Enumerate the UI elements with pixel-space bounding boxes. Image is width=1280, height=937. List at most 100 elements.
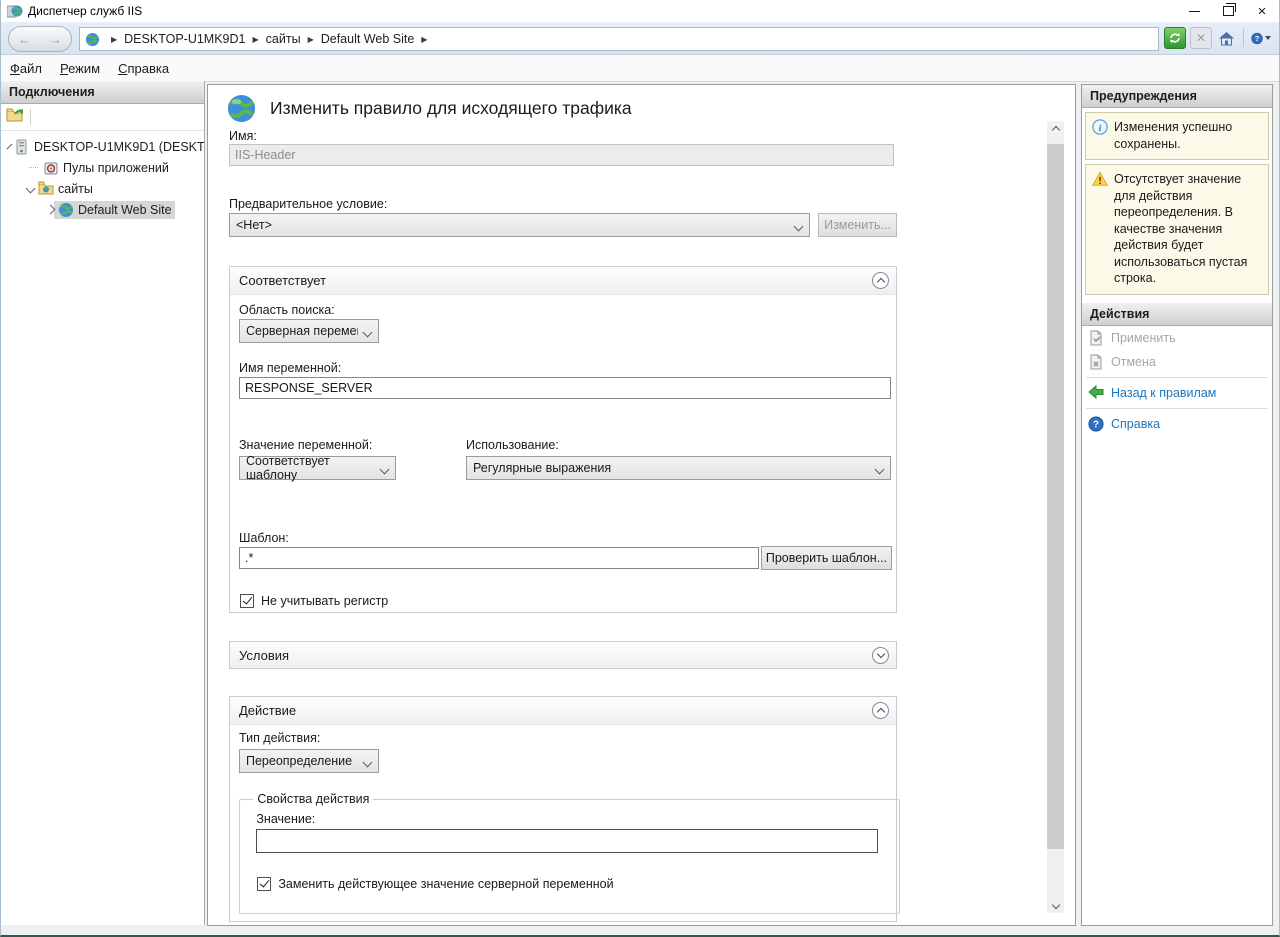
tree-item-default-site[interactable]: Default Web Site xyxy=(1,199,204,220)
info-alert: i Изменения успешно сохранены. xyxy=(1085,112,1269,160)
ignore-case-row[interactable]: Не учитывать регистр xyxy=(240,594,388,608)
toolbar-separator xyxy=(30,109,31,125)
breadcrumb-arrow-icon: ▶ xyxy=(111,35,117,44)
actions-header: Действия xyxy=(1082,303,1272,326)
action-type-select[interactable]: Переопределение xyxy=(239,749,379,773)
cancel-label: Отмена xyxy=(1111,355,1156,369)
globe-icon xyxy=(85,32,100,47)
help-icon: ? xyxy=(1251,30,1263,47)
help-circle-icon: ? xyxy=(1088,416,1104,432)
svg-text:?: ? xyxy=(1255,34,1260,43)
collapse-button[interactable] xyxy=(872,702,889,719)
connections-toolbar xyxy=(1,104,204,131)
app-pools-icon xyxy=(43,160,59,176)
site-globe-icon xyxy=(58,202,74,218)
menu-help[interactable]: Справка xyxy=(109,61,178,76)
test-pattern-button[interactable]: Проверить шаблон... xyxy=(761,546,892,570)
tree-selection: Default Web Site xyxy=(54,201,175,219)
warning-alert-text: Отсутствует значение для действия переоп… xyxy=(1114,171,1263,287)
scroll-up-button[interactable] xyxy=(1047,121,1064,138)
breadcrumb-server[interactable]: DESKTOP-U1MK9D1 xyxy=(124,32,245,46)
help-label: Справка xyxy=(1111,417,1160,431)
action-section: Действие Тип действия: Переопределение С… xyxy=(229,696,897,922)
variable-value-select[interactable]: Соответствует шаблону xyxy=(239,456,396,480)
action-section-header[interactable]: Действие xyxy=(230,697,896,725)
collapse-button[interactable] xyxy=(872,272,889,289)
ignore-case-label: Не учитывать регистр xyxy=(261,594,388,608)
connections-header: Подключения xyxy=(1,81,204,104)
scrollbar-thumb[interactable] xyxy=(1047,144,1064,849)
replace-value-label: Заменить действующее значение серверной … xyxy=(278,877,613,891)
chevron-down-icon xyxy=(380,465,390,475)
tree-sites-label: сайты xyxy=(58,182,93,196)
pattern-input[interactable] xyxy=(239,547,759,569)
menu-file[interactable]: Файл xyxy=(1,61,51,76)
pattern-label: Шаблон: xyxy=(239,531,289,545)
restore-icon xyxy=(1223,6,1234,16)
svg-text:i: i xyxy=(1099,123,1102,134)
chevron-down-icon xyxy=(1051,900,1059,908)
connections-tree: DESKTOP-U1MK9D1 (DESKTOP Пулы приложений… xyxy=(1,131,204,220)
help-link[interactable]: ? Справка xyxy=(1082,412,1272,436)
expand-icon[interactable] xyxy=(7,144,13,150)
new-connection-icon[interactable] xyxy=(6,107,24,128)
action-properties-group: Свойства действия Значение: Заменить дей… xyxy=(239,792,900,914)
stop-icon: ✕ xyxy=(1196,31,1206,45)
sites-folder-icon xyxy=(38,181,54,197)
help-button[interactable]: ? xyxy=(1251,28,1271,48)
title-bar: Диспетчер служб IIS × xyxy=(1,0,1279,22)
main-content: Изменить правило для исходящего трафика … xyxy=(207,84,1076,926)
apply-label: Применить xyxy=(1111,331,1176,345)
tree-server-label: DESKTOP-U1MK9D1 (DESKTOP xyxy=(34,140,205,154)
action-value-input[interactable] xyxy=(256,829,878,853)
app-window: Диспетчер служб IIS × ← → ▶ DESKTOP-U1MK… xyxy=(0,0,1280,937)
actions-separator xyxy=(1086,408,1268,409)
close-button[interactable]: × xyxy=(1245,0,1279,22)
back-button[interactable]: ← xyxy=(18,32,31,47)
replace-value-row[interactable]: Заменить действующее значение серверной … xyxy=(257,877,613,891)
replace-value-checkbox[interactable] xyxy=(257,877,271,891)
precondition-select[interactable]: <Нет> xyxy=(229,213,810,237)
match-section: Соответствует Область поиска: Серверная … xyxy=(229,266,897,613)
variable-name-input[interactable] xyxy=(239,377,891,399)
minimize-icon xyxy=(1189,11,1200,12)
refresh-button[interactable] xyxy=(1164,27,1186,49)
ignore-case-checkbox[interactable] xyxy=(240,594,254,608)
back-to-rules-link[interactable]: Назад к правилам xyxy=(1082,381,1272,405)
variable-value-label: Значение переменной: xyxy=(239,438,372,452)
expand-icon[interactable] xyxy=(26,184,36,194)
tree-app-pools-label: Пулы приложений xyxy=(63,161,169,175)
help-caret-icon xyxy=(1265,36,1271,40)
expand-button[interactable] xyxy=(872,647,889,664)
action-properties-legend: Свойства действия xyxy=(253,792,373,806)
tree-item-app-pools[interactable]: Пулы приложений xyxy=(1,157,204,178)
stop-button[interactable]: ✕ xyxy=(1190,27,1212,49)
breadcrumb-arrow-icon: ▶ xyxy=(253,35,259,44)
check-icon xyxy=(242,594,252,604)
match-section-header[interactable]: Соответствует xyxy=(230,267,896,295)
server-icon xyxy=(14,139,30,155)
chevron-down-icon xyxy=(875,465,885,475)
toolbar-separator xyxy=(1243,29,1244,47)
home-button[interactable] xyxy=(1216,28,1236,48)
scroll-down-button[interactable] xyxy=(1047,896,1064,913)
apply-action: Применить xyxy=(1082,326,1272,350)
connections-panel: Подключения DESKTOP-U1MK9D1 (DESKTOP Пул… xyxy=(1,81,205,925)
scope-select[interactable]: Серверная переменн xyxy=(239,319,379,343)
breadcrumb-sites[interactable]: сайты xyxy=(266,32,301,46)
conditions-section-header[interactable]: Условия xyxy=(230,642,896,668)
restore-button[interactable] xyxy=(1211,0,1245,22)
precondition-label: Предварительное условие: xyxy=(229,197,387,211)
right-panel: Предупреждения i Изменения успешно сохра… xyxy=(1081,84,1273,926)
using-select[interactable]: Регулярные выражения xyxy=(466,456,891,480)
menu-view[interactable]: Режим xyxy=(51,61,109,76)
tree-item-server[interactable]: DESKTOP-U1MK9D1 (DESKTOP xyxy=(1,136,204,157)
vertical-scrollbar[interactable] xyxy=(1047,121,1064,913)
tree-item-sites[interactable]: сайты xyxy=(1,178,204,199)
minimize-button[interactable] xyxy=(1177,0,1211,22)
back-to-rules-label: Назад к правилам xyxy=(1111,386,1216,400)
actions-separator xyxy=(1086,377,1268,378)
breadcrumb[interactable]: ▶ DESKTOP-U1MK9D1 ▶ сайты ▶ Default Web … xyxy=(79,27,1159,51)
forward-button[interactable]: → xyxy=(49,32,62,47)
breadcrumb-site[interactable]: Default Web Site xyxy=(321,32,415,46)
